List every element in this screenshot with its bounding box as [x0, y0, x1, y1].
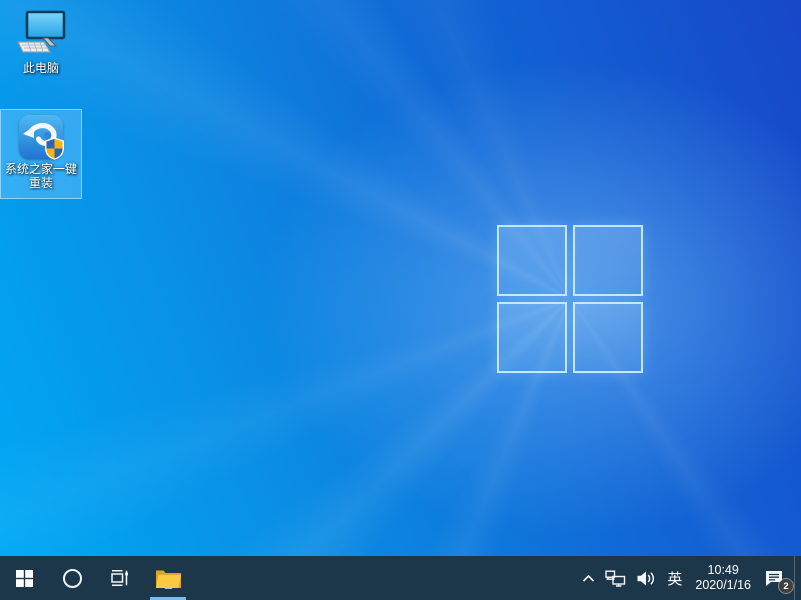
start-button[interactable] — [0, 556, 48, 600]
this-pc-icon — [17, 10, 66, 53]
ethernet-network-icon — [605, 570, 626, 587]
desktop-icon-system-reinstall[interactable]: 系统之家一键 重装 — [0, 109, 82, 199]
desktop-icon-label-line2: 重装 — [28, 176, 53, 190]
desktop-icon-this-pc[interactable]: 此电脑 — [0, 4, 82, 80]
wallpaper-glow — [0, 0, 801, 556]
windows-logo — [497, 225, 643, 373]
ime-language-indicator[interactable]: 英 — [661, 556, 688, 600]
system-reinstall-app-icon — [19, 115, 64, 160]
system-tray: 英 10:49 2020/1/16 2 — [577, 556, 801, 600]
task-view-icon — [111, 570, 128, 586]
clock-time: 10:49 — [707, 563, 739, 577]
windows-logo-pane — [573, 302, 643, 373]
desktop-icon-label: 此电脑 — [22, 61, 59, 75]
windows-logo-pane — [573, 225, 643, 296]
notification-badge: 2 — [779, 579, 793, 593]
desktop-icon-label: 系统之家一键 重装 — [5, 162, 77, 190]
file-explorer-button[interactable] — [144, 556, 192, 600]
wallpaper-light-rays — [0, 0, 801, 556]
cortana-button[interactable] — [48, 556, 96, 600]
security-shield-icon — [45, 137, 64, 160]
taskbar-clock[interactable]: 10:49 2020/1/16 — [688, 556, 758, 600]
show-desktop-button[interactable] — [794, 556, 801, 600]
screen: 此电脑 系统之家一键 重装 英 10:49 2020/1/16 2 — [0, 0, 801, 600]
taskbar: 英 10:49 2020/1/16 2 — [0, 556, 801, 600]
speaker-volume-icon — [637, 571, 655, 585]
windows-logo-pane — [497, 302, 567, 373]
cortana-circle-icon — [62, 568, 82, 588]
tray-overflow-button[interactable] — [577, 556, 600, 600]
network-button[interactable] — [600, 556, 631, 600]
desktop-icon-label-line1: 系统之家一键 — [4, 162, 77, 176]
task-view-button[interactable] — [96, 556, 144, 600]
windows-start-icon — [15, 569, 33, 587]
volume-button[interactable] — [631, 556, 661, 600]
desktop: 此电脑 系统之家一键 重装 — [0, 0, 801, 556]
action-center-button[interactable]: 2 — [758, 556, 794, 600]
windows-logo-pane — [497, 225, 567, 296]
file-explorer-folder-icon — [155, 570, 181, 589]
clock-date: 2020/1/16 — [695, 578, 751, 592]
chevron-up-icon — [583, 574, 595, 582]
